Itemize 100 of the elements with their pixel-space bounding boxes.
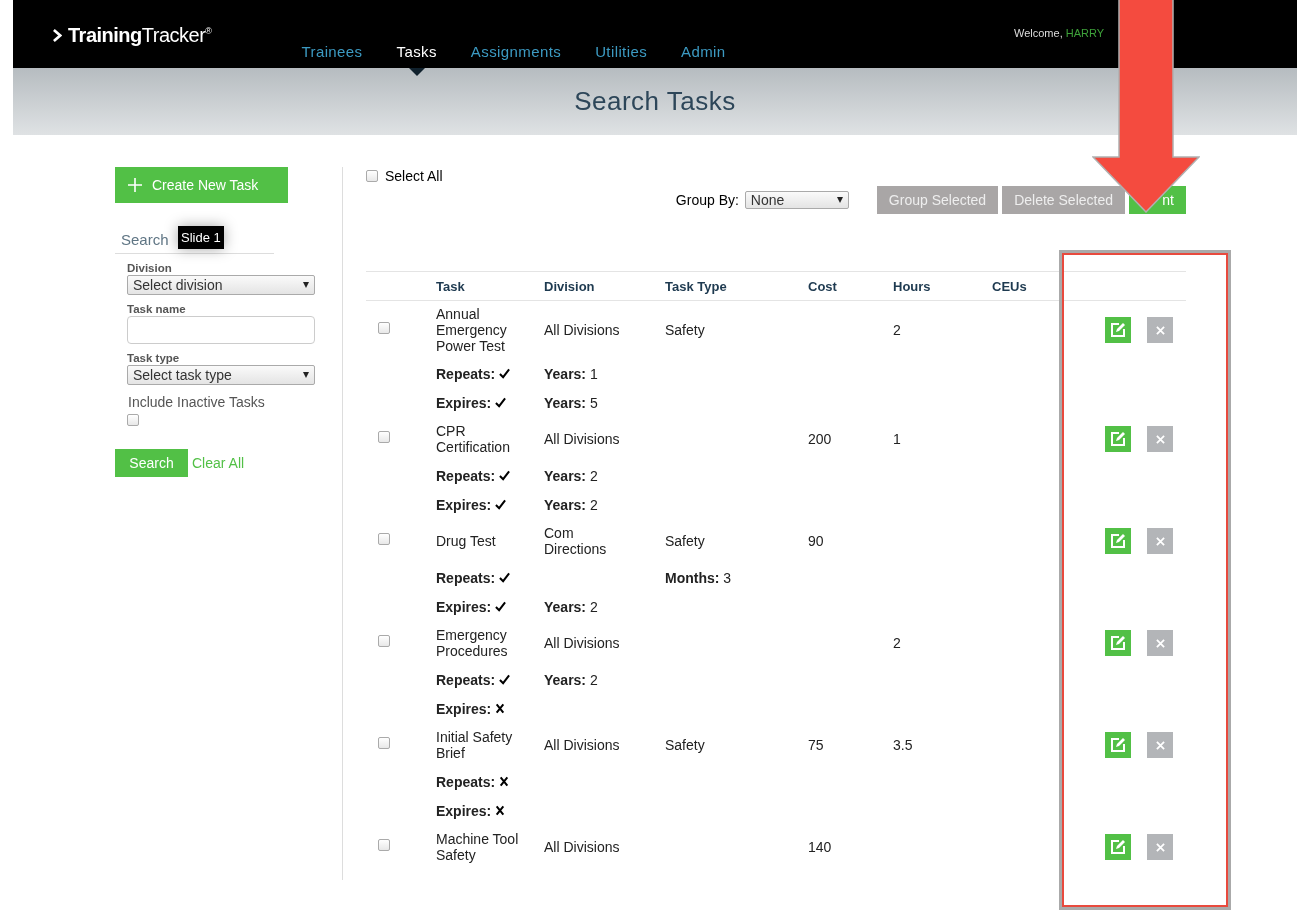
close-icon — [1155, 325, 1165, 335]
detail-label: Repeats: — [436, 671, 496, 688]
close-icon — [1155, 740, 1165, 750]
table-cell: Com Directions — [544, 525, 607, 557]
detail-value: Years: 2 — [544, 496, 599, 513]
detail-label: Repeats: — [436, 467, 496, 484]
table-cell: All Divisions — [544, 322, 620, 338]
user-name[interactable]: HARRY — [1065, 27, 1104, 39]
detail-value: Years: 2 — [544, 671, 599, 688]
detail-label: Expires: — [436, 802, 492, 819]
checkbox[interactable] — [366, 170, 378, 182]
row-checkbox[interactable] — [378, 430, 390, 443]
edit-icon — [1110, 635, 1126, 651]
table-cell: 75 — [808, 737, 824, 753]
table-cell: Machine Tool Safety — [436, 831, 519, 863]
table-cell: 2 — [893, 635, 901, 651]
row-checkbox[interactable] — [378, 634, 390, 647]
delete-button[interactable] — [1147, 426, 1173, 452]
table-cell: CPR Certification — [436, 423, 510, 455]
column-header: Task — [436, 278, 466, 294]
detail-label: Expires: — [436, 394, 492, 411]
dropdown-icon — [303, 282, 309, 288]
close-icon — [1155, 842, 1165, 852]
table-cell: Safety — [665, 322, 705, 338]
table-cell: 140 — [808, 839, 832, 855]
nav-tab[interactable]: Utilities — [595, 43, 648, 60]
edit-icon — [1110, 431, 1126, 447]
detail-value: Years: 5 — [544, 394, 599, 411]
delete-button[interactable] — [1147, 732, 1173, 758]
group-by-select[interactable]: None — [744, 191, 849, 209]
detail-label: Expires: — [436, 598, 492, 615]
column-header: Hours — [893, 278, 932, 294]
nav-tab[interactable]: Admin — [681, 43, 726, 60]
page-title: Search Tasks — [574, 86, 736, 117]
detail-label: Expires: — [436, 496, 492, 513]
group-by-label: Group By: — [675, 192, 739, 208]
column-header: Cost — [808, 278, 838, 294]
edit-button[interactable] — [1105, 630, 1131, 656]
table-cell: 2 — [893, 322, 901, 338]
field-label: Task type — [127, 352, 181, 364]
edit-icon — [1110, 737, 1126, 753]
input-field[interactable] — [127, 316, 315, 344]
close-icon — [1155, 638, 1165, 648]
detail-value: Years: 2 — [544, 598, 599, 615]
field-label: Task name — [127, 303, 187, 315]
close-icon — [1155, 434, 1165, 444]
table-cell: Emergency Procedures — [436, 627, 508, 659]
select-field[interactable]: Select division — [127, 275, 315, 295]
plus-icon — [127, 177, 143, 193]
delete-button[interactable] — [1147, 317, 1173, 343]
edit-icon — [1110, 322, 1126, 338]
table-cell: Safety — [665, 737, 705, 753]
table-cell: 90 — [808, 533, 824, 549]
checkbox[interactable] — [127, 414, 139, 426]
table-cell: All Divisions — [544, 635, 620, 651]
detail-value: Years: 1 — [544, 365, 599, 382]
column-header: Division — [544, 278, 596, 294]
select-field[interactable]: Select task type — [127, 365, 315, 385]
detail-label: Repeats: — [436, 569, 496, 586]
table-cell: All Divisions — [544, 839, 620, 855]
detail-label: Repeats: — [436, 365, 496, 382]
tooltip: Slide 1 — [178, 226, 224, 249]
edit-button[interactable] — [1105, 732, 1131, 758]
table-cell: Safety — [665, 533, 705, 549]
field-label: Division — [127, 262, 173, 274]
welcome-text: Welcome, — [1014, 27, 1063, 39]
table-cell: All Divisions — [544, 431, 620, 447]
detail-label: Repeats: — [436, 773, 496, 790]
delete-button[interactable] — [1147, 834, 1173, 860]
row-checkbox[interactable] — [378, 736, 390, 749]
table-cell: Drug Test — [436, 533, 496, 549]
edit-icon — [1110, 839, 1126, 855]
edit-button[interactable] — [1105, 528, 1131, 554]
nav-tab[interactable]: Trainees — [301, 43, 363, 60]
edit-icon — [1110, 533, 1126, 549]
row-checkbox[interactable] — [378, 532, 390, 545]
row-checkbox[interactable] — [378, 838, 390, 851]
table-cell: 200 — [808, 431, 832, 447]
search-tab[interactable]: Search — [121, 231, 169, 248]
table-cell: All Divisions — [544, 737, 620, 753]
table-cell: Initial Safety Brief — [436, 729, 513, 761]
detail-label: Expires: — [436, 700, 492, 717]
edit-button[interactable] — [1105, 834, 1131, 860]
table-cell: 1 — [893, 431, 901, 447]
column-header: Task Type — [665, 278, 728, 294]
column-header: CEUs — [992, 278, 1028, 294]
close-icon — [1155, 536, 1165, 546]
delete-button[interactable] — [1147, 630, 1173, 656]
checkbox-label: Select All — [385, 168, 443, 184]
dropdown-icon — [836, 197, 843, 203]
detail-value: Years: 2 — [544, 467, 599, 484]
detail-value: Months: 3 — [665, 569, 733, 586]
dropdown-icon — [303, 372, 309, 378]
chevron-icon — [53, 29, 62, 42]
delete-button[interactable] — [1147, 528, 1173, 554]
nav-tab[interactable]: Assignments — [470, 43, 562, 60]
table-cell: 3.5 — [893, 737, 913, 753]
edit-button[interactable] — [1105, 426, 1131, 452]
row-checkbox[interactable] — [378, 321, 390, 334]
edit-button[interactable] — [1105, 317, 1131, 343]
